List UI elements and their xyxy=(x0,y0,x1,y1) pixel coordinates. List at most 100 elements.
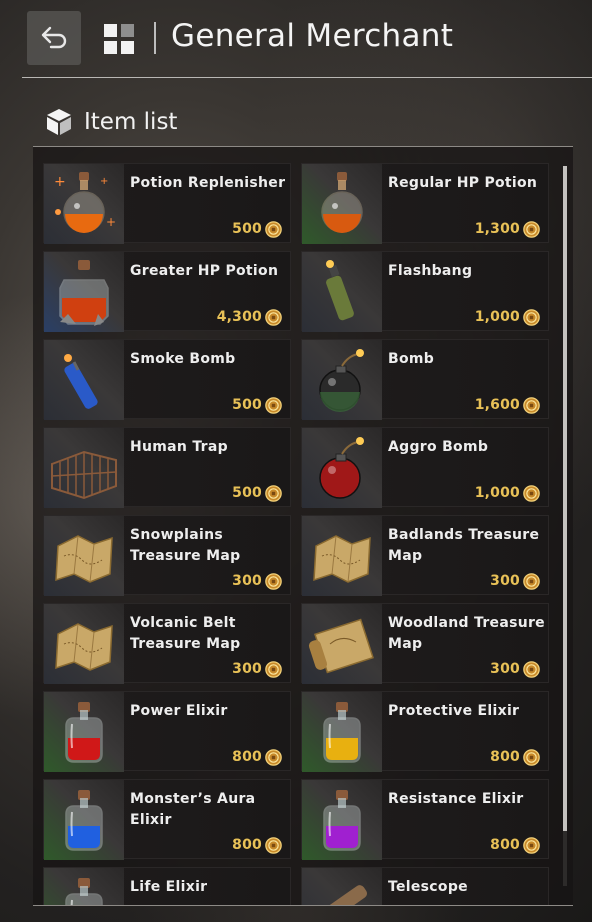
gold-coin-icon xyxy=(523,836,540,854)
item-price: 1,300 xyxy=(474,221,520,237)
header: General Merchant xyxy=(0,0,592,78)
item-name: Aggro Bomb xyxy=(388,439,489,455)
price-row: 1,600 xyxy=(475,395,540,415)
item-card[interactable]: Bomb 1,600 xyxy=(301,339,549,420)
section-header: Item list xyxy=(44,106,177,138)
treasure-map-scroll-icon xyxy=(302,604,382,684)
item-name: Protective Elixir xyxy=(388,703,520,719)
item-name: Flashbang xyxy=(388,263,473,279)
item-card[interactable]: Greater HP Potion 4,300 xyxy=(43,251,291,332)
item-card[interactable]: Resistance Elixir 800 xyxy=(301,779,549,860)
item-list-panel: + + + Potion Replenisher 500 Regular HP Potio… xyxy=(33,146,573,906)
protective-elixir-icon xyxy=(302,692,382,772)
treasure-map-icon xyxy=(44,516,124,596)
item-card[interactable]: Smoke Bomb 500 xyxy=(43,339,291,420)
item-card[interactable]: Woodland Treasure Map 300 xyxy=(301,603,549,684)
telescope-icon xyxy=(302,868,382,905)
item-price: 500 xyxy=(232,397,262,413)
potion-replenisher-icon: + + + xyxy=(44,164,124,244)
svg-text:+: + xyxy=(100,176,108,187)
item-card[interactable]: Life Elixir xyxy=(43,867,291,905)
item-card[interactable]: Human Trap 500 xyxy=(43,427,291,508)
scrollbar-thumb[interactable] xyxy=(563,166,567,831)
svg-text:+: + xyxy=(54,174,66,190)
header-underline xyxy=(22,77,592,78)
item-name: Greater HP Potion xyxy=(130,263,279,279)
power-elixir-icon xyxy=(44,692,124,772)
item-price: 1,000 xyxy=(474,309,520,325)
item-price: 500 xyxy=(232,485,262,501)
treasure-map-icon xyxy=(44,604,124,684)
price-row: 800 xyxy=(490,747,540,767)
item-card[interactable]: Badlands Treasure Map 300 xyxy=(301,515,549,596)
gold-coin-icon xyxy=(523,572,540,590)
price-row: 500 xyxy=(232,395,282,415)
gold-coin-icon xyxy=(523,484,540,502)
item-card[interactable]: Aggro Bomb 1,000 xyxy=(301,427,549,508)
item-price: 4,300 xyxy=(216,309,262,325)
back-button[interactable] xyxy=(27,11,81,65)
menu-grid-icon[interactable] xyxy=(104,24,134,54)
item-price: 300 xyxy=(490,661,520,677)
scrollbar[interactable] xyxy=(563,166,567,886)
price-row: 1,000 xyxy=(475,483,540,503)
item-name: Woodland Treasure Map xyxy=(388,615,545,652)
cube-icon xyxy=(47,109,71,135)
item-price: 300 xyxy=(232,661,262,677)
price-row: 300 xyxy=(490,659,540,679)
gold-coin-icon xyxy=(265,220,282,238)
item-card[interactable]: Flashbang 1,000 xyxy=(301,251,549,332)
item-price: 800 xyxy=(490,837,520,853)
gold-coin-icon xyxy=(265,660,282,678)
price-row: 500 xyxy=(232,219,282,239)
gold-coin-icon xyxy=(523,396,540,414)
item-card[interactable]: + + + Potion Replenisher 500 xyxy=(43,163,291,244)
price-row: 1,300 xyxy=(475,219,540,239)
item-card[interactable]: Protective Elixir 800 xyxy=(301,691,549,772)
header-divider xyxy=(154,22,156,54)
gold-coin-icon xyxy=(523,748,540,766)
regular-hp-potion-icon xyxy=(302,164,382,244)
item-card[interactable]: Power Elixir 800 xyxy=(43,691,291,772)
item-card[interactable]: Telescope xyxy=(301,867,549,905)
aggro-bomb-icon xyxy=(302,428,382,508)
price-row: 1,000 xyxy=(475,307,540,327)
price-row: 800 xyxy=(232,835,282,855)
smoke-bomb-icon xyxy=(44,340,124,420)
item-price: 800 xyxy=(490,749,520,765)
item-name: Smoke Bomb xyxy=(130,351,236,367)
item-price: 500 xyxy=(232,221,262,237)
item-price: 1,600 xyxy=(474,397,520,413)
item-name: Bomb xyxy=(388,351,435,367)
gold-coin-icon xyxy=(265,836,282,854)
price-row: 500 xyxy=(232,483,282,503)
item-name: Power Elixir xyxy=(130,703,228,719)
back-arrow-icon xyxy=(41,26,67,49)
item-name: Monster’s Aura Elixir xyxy=(130,791,256,828)
item-name: Human Trap xyxy=(130,439,228,455)
item-card[interactable]: Volcanic Belt Treasure Map 300 xyxy=(43,603,291,684)
item-card[interactable]: Regular HP Potion 1,300 xyxy=(301,163,549,244)
life-elixir-icon xyxy=(44,868,124,905)
section-title: Item list xyxy=(84,109,178,135)
gold-coin-icon xyxy=(523,220,540,238)
gold-coin-icon xyxy=(265,484,282,502)
gold-coin-icon xyxy=(265,572,282,590)
resistance-elixir-icon xyxy=(302,780,382,860)
price-row: 800 xyxy=(232,747,282,767)
price-row: 4,300 xyxy=(217,307,282,327)
item-name: Volcanic Belt Treasure Map xyxy=(130,615,241,652)
item-name: Telescope xyxy=(388,879,468,895)
item-card[interactable]: Snowplains Treasure Map 300 xyxy=(43,515,291,596)
item-name: Life Elixir xyxy=(130,879,208,895)
human-trap-icon xyxy=(44,428,124,508)
item-name: Regular HP Potion xyxy=(388,175,538,191)
item-name: Potion Replenisher xyxy=(130,175,286,191)
item-card[interactable]: Monster’s Aura Elixir 800 xyxy=(43,779,291,860)
monster-aura-elixir-icon xyxy=(44,780,124,860)
gold-coin-icon xyxy=(265,308,282,326)
greater-hp-potion-icon xyxy=(44,252,124,332)
price-row: 800 xyxy=(490,835,540,855)
item-name: Resistance Elixir xyxy=(388,791,524,807)
price-row: 300 xyxy=(232,571,282,591)
